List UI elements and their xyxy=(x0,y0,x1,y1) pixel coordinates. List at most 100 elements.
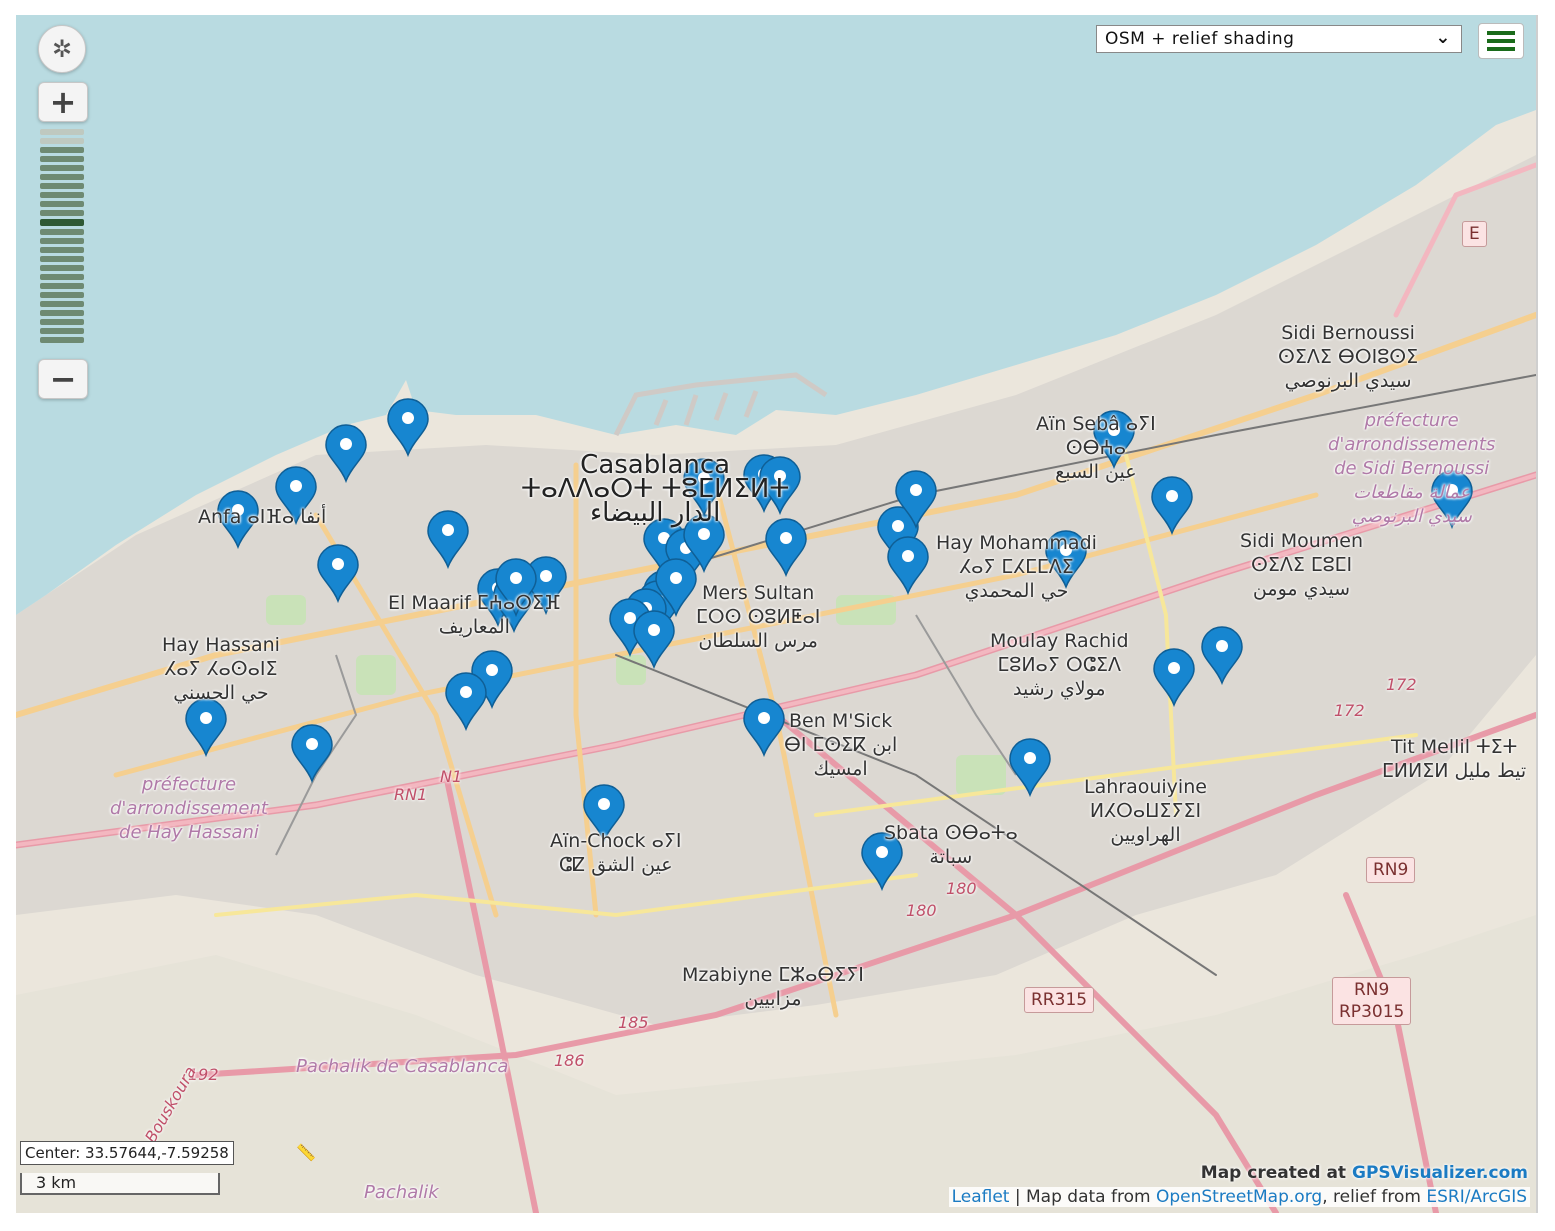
place-label-line: ⵃⴰⵢ ⵃⴰⵙⴰⵏⵉ xyxy=(164,658,278,680)
zoom-level-bar[interactable] xyxy=(40,274,84,280)
place-label-line: مولاي رشيد xyxy=(1012,678,1106,700)
road-number-n1: N1 xyxy=(440,767,463,786)
road-number-r185: 185 xyxy=(618,1013,649,1032)
road-number-rn1: RN1 xyxy=(394,785,428,804)
zoom-out-button[interactable]: − xyxy=(38,359,88,399)
center-coordinates: Center: 33.57644,-7.59258 xyxy=(20,1141,234,1165)
place-label-line: ⵙⵉⴷⵉ ⴱⵔⵏⵓⵙⵉ xyxy=(1278,346,1419,368)
zoom-in-button[interactable]: + xyxy=(38,82,88,122)
road-number-r172a: 172 xyxy=(1386,675,1417,694)
place-label-line: ⵍⵃⵔⴰⵡⵉⵢⵉⵏ xyxy=(1089,800,1202,822)
place-label-line: d'arrondissement xyxy=(110,798,268,819)
road-shield-e: E xyxy=(1462,221,1487,247)
road-number-r180b: 180 xyxy=(906,901,937,920)
zoom-level-bar[interactable] xyxy=(40,328,84,334)
ruler-icon[interactable]: 📏 xyxy=(296,1143,316,1162)
place-label-line: ⵛⵇ عين الشق xyxy=(558,854,673,876)
place-label-line: ⵙⵉⴷⵉ ⵎⵓⵎⵏ xyxy=(1250,554,1353,576)
place-label-pref-sidi-bernoussi: préfecture d'arrondissements de Sidi Berno… xyxy=(1328,409,1495,529)
zoom-level-bar[interactable] xyxy=(40,283,84,289)
place-label-pachalik-casa: Pachalik de Casablanca xyxy=(296,1055,508,1079)
place-label-line: Mzabiyne ⵎⵣⴰⴱⵉⵢⵏ xyxy=(682,964,864,986)
place-label-line: امسيك xyxy=(813,758,868,780)
place-label-pachalik: Pachalik xyxy=(364,1181,439,1205)
place-label-line: Aïn Sebâ ⴰⵢⵏ xyxy=(1036,413,1156,435)
road-number-r172b: 172 xyxy=(1334,701,1365,720)
zoom-level-bar[interactable] xyxy=(40,192,84,198)
place-label-line: عمالة مقاطعات xyxy=(1353,482,1471,503)
place-label-line: Sidi Bernoussi xyxy=(1281,322,1415,344)
place-label-line: de Sidi Bernoussi xyxy=(1334,458,1490,479)
zoom-level-bar[interactable] xyxy=(40,183,84,189)
zoom-level-bar[interactable] xyxy=(40,265,84,271)
map-layer-value: OSM + relief shading xyxy=(1105,29,1295,49)
road-shield-rn9: RN9 xyxy=(1366,857,1416,883)
zoom-slider[interactable] xyxy=(40,129,84,346)
place-label-line: Moulay Rachid xyxy=(990,630,1129,652)
map-viewport[interactable]: Casablanca ⵜⴰⴷⴷⴰⵔⵜ ⵜⵓⵎⵍⵉⵍⵜ الدار البيضاء Si… xyxy=(16,15,1538,1213)
leaflet-link[interactable]: Leaflet xyxy=(952,1187,1010,1207)
place-label-ain-sebaa: Aïn Sebâ ⴰⵢⵏ ⵙⴱⵄⴰ عين السبع xyxy=(1036,412,1156,484)
menu-icon[interactable] xyxy=(1478,23,1524,59)
place-label-line: مزابيين xyxy=(744,988,802,1010)
zoom-level-bar[interactable] xyxy=(40,319,84,325)
place-label-hay-mohammadi: Hay Mohammadi ⵃⴰⵢ ⵎⵃⵎⵎⴷⵉ حي المحمدي xyxy=(936,531,1097,603)
zoom-level-bar[interactable] xyxy=(40,138,84,144)
place-label-line: ⴱⵏ ⵎⵙⵉⴽ ابن xyxy=(784,734,898,756)
place-label-line: Lahraouiyine xyxy=(1084,776,1207,798)
gpsvisualizer-link[interactable]: GPSVisualizer.com xyxy=(1352,1163,1528,1183)
place-label-line: سباتة xyxy=(929,846,973,868)
place-label-sidi-moumen: Sidi Moumen ⵙⵉⴷⵉ ⵎⵓⵎⵏ سيدي مومن xyxy=(1240,529,1363,601)
place-label-pref-hay-hassani: préfecture d'arrondissement de Hay Hassani xyxy=(110,773,268,845)
place-label-line: Hay Hassani xyxy=(162,634,280,656)
zoom-level-bar[interactable] xyxy=(40,219,84,226)
place-label-line: ⵎⵓⵍⴰⵢ ⵔⵛⵉⴷ xyxy=(997,654,1122,676)
map-credit: Map created at GPSVisualizer.com xyxy=(1201,1163,1528,1183)
place-label-line: préfecture xyxy=(141,774,237,795)
zoom-level-bar[interactable] xyxy=(40,337,84,343)
road-shield-rn9-rp3015: RN9 RP3015 xyxy=(1332,977,1412,1025)
place-label-anfa: Anfa ⴰⵏⴼⴰ أنفا xyxy=(198,505,326,529)
zoom-level-bar[interactable] xyxy=(40,201,84,207)
zoom-level-bar[interactable] xyxy=(40,156,84,162)
zoom-level-bar[interactable] xyxy=(40,129,84,135)
place-label-line: Pachalik de Casablanca xyxy=(296,1056,509,1077)
place-label-tit-mellil: Tit Mellil ⵜⵉⵜ ⵎⵍⵍⵉⵍ تيط مليل xyxy=(1382,735,1526,783)
road-number-r186: 186 xyxy=(554,1051,585,1070)
zoom-level-bar[interactable] xyxy=(40,292,84,298)
place-label-line: حي الحسني xyxy=(173,682,269,704)
zoom-level-bar[interactable] xyxy=(40,256,84,262)
place-label-line: Hay Mohammadi xyxy=(936,532,1097,554)
place-label-line: ⵎⵍⵍⵉⵍ تيط مليل xyxy=(1382,760,1527,782)
esri-link[interactable]: ESRI/ArcGIS xyxy=(1426,1187,1527,1207)
zoom-level-bar[interactable] xyxy=(40,229,84,235)
zoom-level-bar[interactable] xyxy=(40,310,84,316)
scale-bar: 3 km xyxy=(20,1173,220,1195)
place-label-sidi-bernoussi: Sidi Bernoussi ⵙⵉⴷⵉ ⴱⵔⵏⵓⵙⵉ سيدي البرنوصي xyxy=(1278,321,1418,393)
place-label-line: Aïn-Chock ⴰⵢⵏ xyxy=(550,830,682,852)
place-label-casablanca: Casablanca ⵜⴰⴷⴷⴰⵔⵜ ⵜⵓⵎⵍⵉⵍⵜ الدار البيضاء xyxy=(521,452,789,526)
zoom-level-bar[interactable] xyxy=(40,238,84,244)
map-layer-select[interactable]: OSM + relief shading ⌄ xyxy=(1096,25,1462,53)
osm-link[interactable]: OpenStreetMap.org xyxy=(1156,1187,1322,1207)
place-label-line: Tit Mellil ⵜⵉⵜ xyxy=(1390,736,1518,758)
zoom-level-bar[interactable] xyxy=(40,301,84,307)
zoom-level-bar[interactable] xyxy=(40,174,84,180)
place-label-line: préfecture xyxy=(1364,410,1459,431)
place-label-hay-hassani: Hay Hassani ⵃⴰⵢ ⵃⴰⵙⴰⵏⵉ حي الحسني xyxy=(162,633,280,705)
place-label-ain-chock: Aïn-Chock ⴰⵢⵏ ⵛⵇ عين الشق xyxy=(550,829,682,877)
place-label-line: Sbata ⵙⴱⴰⵜⴰ xyxy=(884,822,1018,844)
place-label-line: de Hay Hassani xyxy=(119,822,259,843)
place-label-sbata: Sbata ⵙⴱⴰⵜⴰ سباتة xyxy=(884,821,1018,869)
recenter-icon[interactable]: ✲ xyxy=(38,25,86,73)
zoom-level-bar[interactable] xyxy=(40,165,84,171)
zoom-level-bar[interactable] xyxy=(40,147,84,153)
place-label-line: Pachalik xyxy=(364,1182,439,1203)
place-label-line: Sidi Moumen xyxy=(1240,530,1364,552)
place-label-line: ⵙⴱⵄⴰ xyxy=(1065,437,1127,459)
place-label-line: ⵃⴰⵢ ⵎⵃⵎⵎⴷⵉ xyxy=(959,556,1074,578)
zoom-level-bar[interactable] xyxy=(40,247,84,253)
place-label-line: مرس السلطان xyxy=(698,630,818,652)
place-label-moulay-rachid: Moulay Rachid ⵎⵓⵍⴰⵢ ⵔⵛⵉⴷ مولاي رشيد xyxy=(990,629,1129,701)
zoom-level-bar[interactable] xyxy=(40,210,84,216)
